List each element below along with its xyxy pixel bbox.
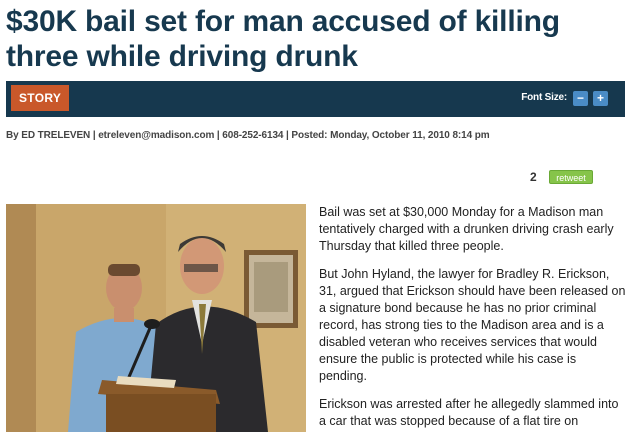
retweet-count: 2 <box>530 170 537 184</box>
article-photo <box>6 204 306 432</box>
font-decrease-button[interactable]: − <box>573 91 588 106</box>
article-headline: $30K bail set for man accused of killing… <box>6 5 560 73</box>
article-paragraph: Erickson was arrested after he allegedly… <box>319 397 619 428</box>
story-tab[interactable]: STORY <box>11 85 70 111</box>
retweet-button[interactable]: retweet <box>549 170 593 184</box>
article-body: Bail was set at $30,000 Monday for a Mad… <box>319 204 627 432</box>
byline: By ED TRELEVEN | etreleven@madison.com |… <box>6 130 490 141</box>
article-paragraph: But John Hyland, the lawyer for Bradley … <box>319 267 626 383</box>
courtroom-photo-image <box>6 204 306 432</box>
font-increase-button[interactable]: + <box>593 91 608 106</box>
article-paragraph: Bail was set at $30,000 Monday for a Mad… <box>319 205 614 253</box>
story-toolbar: STORY Font Size: − + <box>6 81 625 117</box>
font-size-label: Font Size: <box>521 92 567 103</box>
